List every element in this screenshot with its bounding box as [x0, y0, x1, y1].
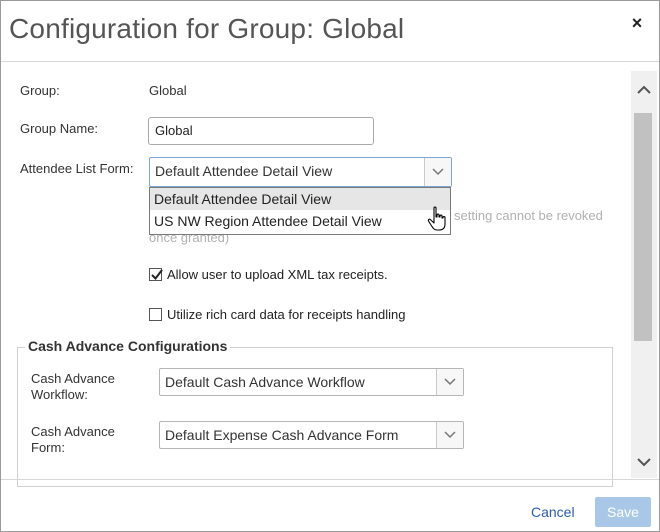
- allow-xml-label: Allow user to upload XML tax receipts.: [167, 267, 388, 282]
- configuration-dialog: Configuration for Group: Global × Group:…: [0, 0, 660, 532]
- allow-xml-checkbox[interactable]: [149, 268, 163, 281]
- dialog-title: Configuration for Group: Global: [9, 13, 405, 44]
- dialog-footer: Cancel Save: [1, 479, 659, 532]
- hidden-note-text: setting cannot be revoked: [454, 208, 603, 223]
- hand-pointer-icon: [427, 206, 446, 231]
- attendee-list-form-label: Attendee List Form:: [20, 161, 134, 176]
- rich-card-label: Utilize rich card data for receipts hand…: [167, 307, 406, 322]
- scrollbar-thumb[interactable]: [634, 113, 652, 341]
- rich-card-checkbox[interactable]: [149, 308, 162, 321]
- group-value: Global: [149, 83, 187, 98]
- save-button[interactable]: Save: [595, 497, 651, 527]
- cash-advance-fieldset: [17, 347, 613, 487]
- cancel-button[interactable]: Cancel: [531, 504, 575, 520]
- cash-advance-legend: Cash Advance Configurations: [25, 338, 231, 354]
- attendee-list-form-select[interactable]: Default Attendee Detail View: [149, 157, 452, 187]
- chevron-up-icon[interactable]: [631, 77, 657, 107]
- check-icon: [151, 269, 163, 281]
- dialog-header: Configuration for Group: Global ×: [1, 1, 659, 62]
- chevron-down-icon[interactable]: [424, 158, 451, 186]
- group-label: Group:: [20, 83, 60, 98]
- dropdown-option[interactable]: Default Attendee Detail View: [150, 188, 450, 210]
- close-icon[interactable]: ×: [627, 13, 647, 37]
- vertical-scrollbar[interactable]: [631, 71, 657, 478]
- attendee-list-form-dropdown: Default Attendee Detail View US NW Regio…: [149, 187, 451, 235]
- chevron-down-icon[interactable]: [631, 449, 657, 479]
- group-name-input[interactable]: Global: [148, 117, 374, 145]
- attendee-list-form-selected: Default Attendee Detail View: [155, 163, 333, 179]
- dropdown-option[interactable]: US NW Region Attendee Detail View: [150, 210, 450, 232]
- group-name-label: Group Name:: [20, 121, 99, 136]
